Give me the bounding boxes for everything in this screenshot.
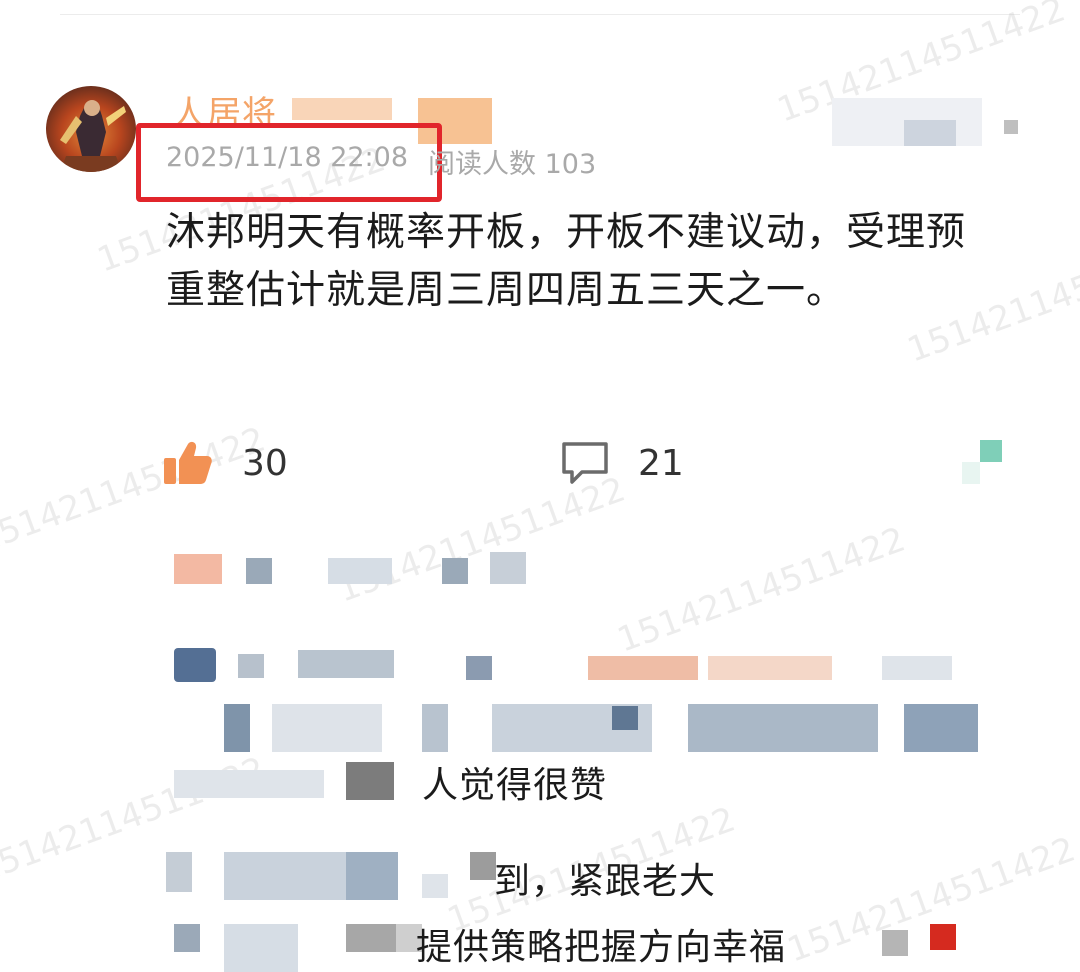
- thumbs-up-icon: [174, 648, 216, 682]
- post-timestamp: 2025/11/18 22:08: [166, 142, 409, 173]
- reply-text: 提供策略把握方向幸福: [416, 927, 787, 968]
- blurred-block: [224, 924, 298, 972]
- blurred-block: [882, 930, 908, 956]
- blurred-block: [346, 924, 398, 952]
- comment-count: 21: [638, 442, 684, 484]
- blurred-block: [422, 704, 448, 752]
- blurred-block: [688, 704, 878, 752]
- like-count: 30: [242, 442, 288, 484]
- comment-button[interactable]: 21: [560, 440, 684, 486]
- blurred-block: [904, 704, 978, 752]
- blurred-block: [224, 704, 250, 752]
- post-content: 沐邦明天有概率开板，开板不建议动，受理预重整估计就是周三周四周五三天之一。: [166, 210, 967, 313]
- reply-section: 人觉得很赞 到，紧跟老大 提供策略把握方向幸福: [160, 530, 1060, 972]
- reply-text: 到，紧跟老大: [494, 861, 717, 902]
- blurred-block: [246, 558, 272, 584]
- comment-bubble-icon: [562, 442, 608, 484]
- blurred-block: [298, 650, 394, 678]
- blurred-block: [490, 552, 526, 584]
- blurred-block: [174, 770, 324, 798]
- blurred-block: [166, 852, 192, 892]
- blurred-block: [346, 852, 398, 900]
- blurred-block: [612, 706, 638, 730]
- blurred-block: [328, 558, 392, 584]
- blurred-block: [238, 654, 264, 678]
- blurred-block: [588, 656, 698, 680]
- blurred-block: [292, 98, 392, 120]
- top-divider: [60, 14, 1020, 15]
- read-count: 阅读人数 103: [428, 149, 597, 180]
- blurred-block: [174, 924, 200, 952]
- blurred-block: [442, 558, 468, 584]
- blurred-block: [1004, 120, 1018, 134]
- reply-like-summary: 人觉得很赞: [422, 765, 608, 806]
- blurred-block: [422, 874, 448, 898]
- avatar[interactable]: [46, 86, 136, 172]
- share-icon[interactable]: [962, 440, 1006, 484]
- blurred-block: [346, 762, 394, 800]
- blurred-block: [882, 656, 952, 680]
- blurred-block: [272, 704, 382, 752]
- warrior-avatar-icon: [46, 86, 136, 172]
- blurred-block: [904, 120, 956, 146]
- blurred-block: [708, 656, 832, 680]
- blurred-block: [174, 554, 222, 584]
- blurred-block: [930, 924, 956, 950]
- like-button[interactable]: 30: [164, 440, 288, 486]
- blurred-block: [466, 656, 492, 680]
- blurred-block: [470, 852, 496, 880]
- thumbs-up-icon: [164, 441, 212, 484]
